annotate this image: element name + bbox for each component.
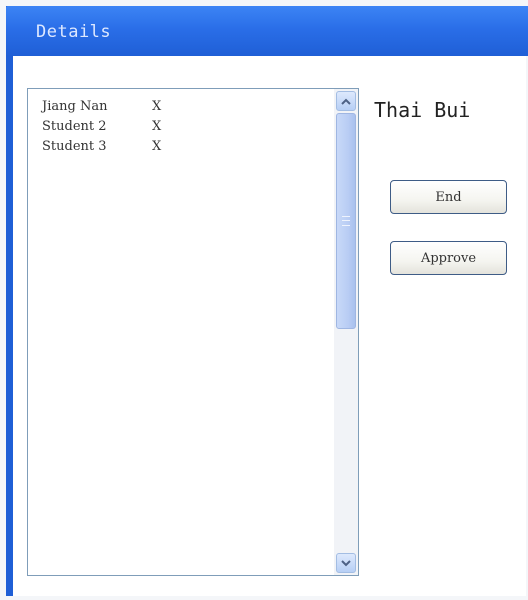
student-name: Student 2 [42, 119, 107, 134]
student-list: Jiang Nan X Student 2 X Student 3 X [42, 97, 222, 157]
list-item[interactable]: Jiang Nan X [42, 97, 222, 117]
remove-student-button[interactable]: X [152, 137, 161, 157]
remove-student-button[interactable]: X [152, 117, 161, 137]
chevron-down-icon [341, 559, 351, 566]
chevron-up-icon [341, 98, 351, 105]
window-title: Details [36, 22, 112, 42]
vertical-scrollbar[interactable] [334, 89, 358, 575]
details-window: Details Jiang Nan X Student 2 X Student … [6, 6, 528, 596]
student-name: Jiang Nan [42, 99, 108, 114]
window-titlebar[interactable]: Details [6, 6, 528, 56]
student-name: Student 3 [42, 139, 107, 154]
student-listbox[interactable]: Jiang Nan X Student 2 X Student 3 X [27, 88, 359, 576]
remove-student-button[interactable]: X [152, 97, 161, 117]
list-item[interactable]: Student 3 X [42, 137, 222, 157]
scroll-down-button[interactable] [336, 553, 356, 573]
selected-person-name: Thai Bui [374, 98, 471, 122]
scroll-thumb[interactable] [336, 113, 356, 329]
scroll-up-button[interactable] [336, 91, 356, 111]
list-item[interactable]: Student 2 X [42, 117, 222, 137]
approve-button[interactable]: Approve [390, 241, 507, 275]
end-button[interactable]: End [390, 180, 507, 214]
grip-icon [342, 216, 350, 226]
